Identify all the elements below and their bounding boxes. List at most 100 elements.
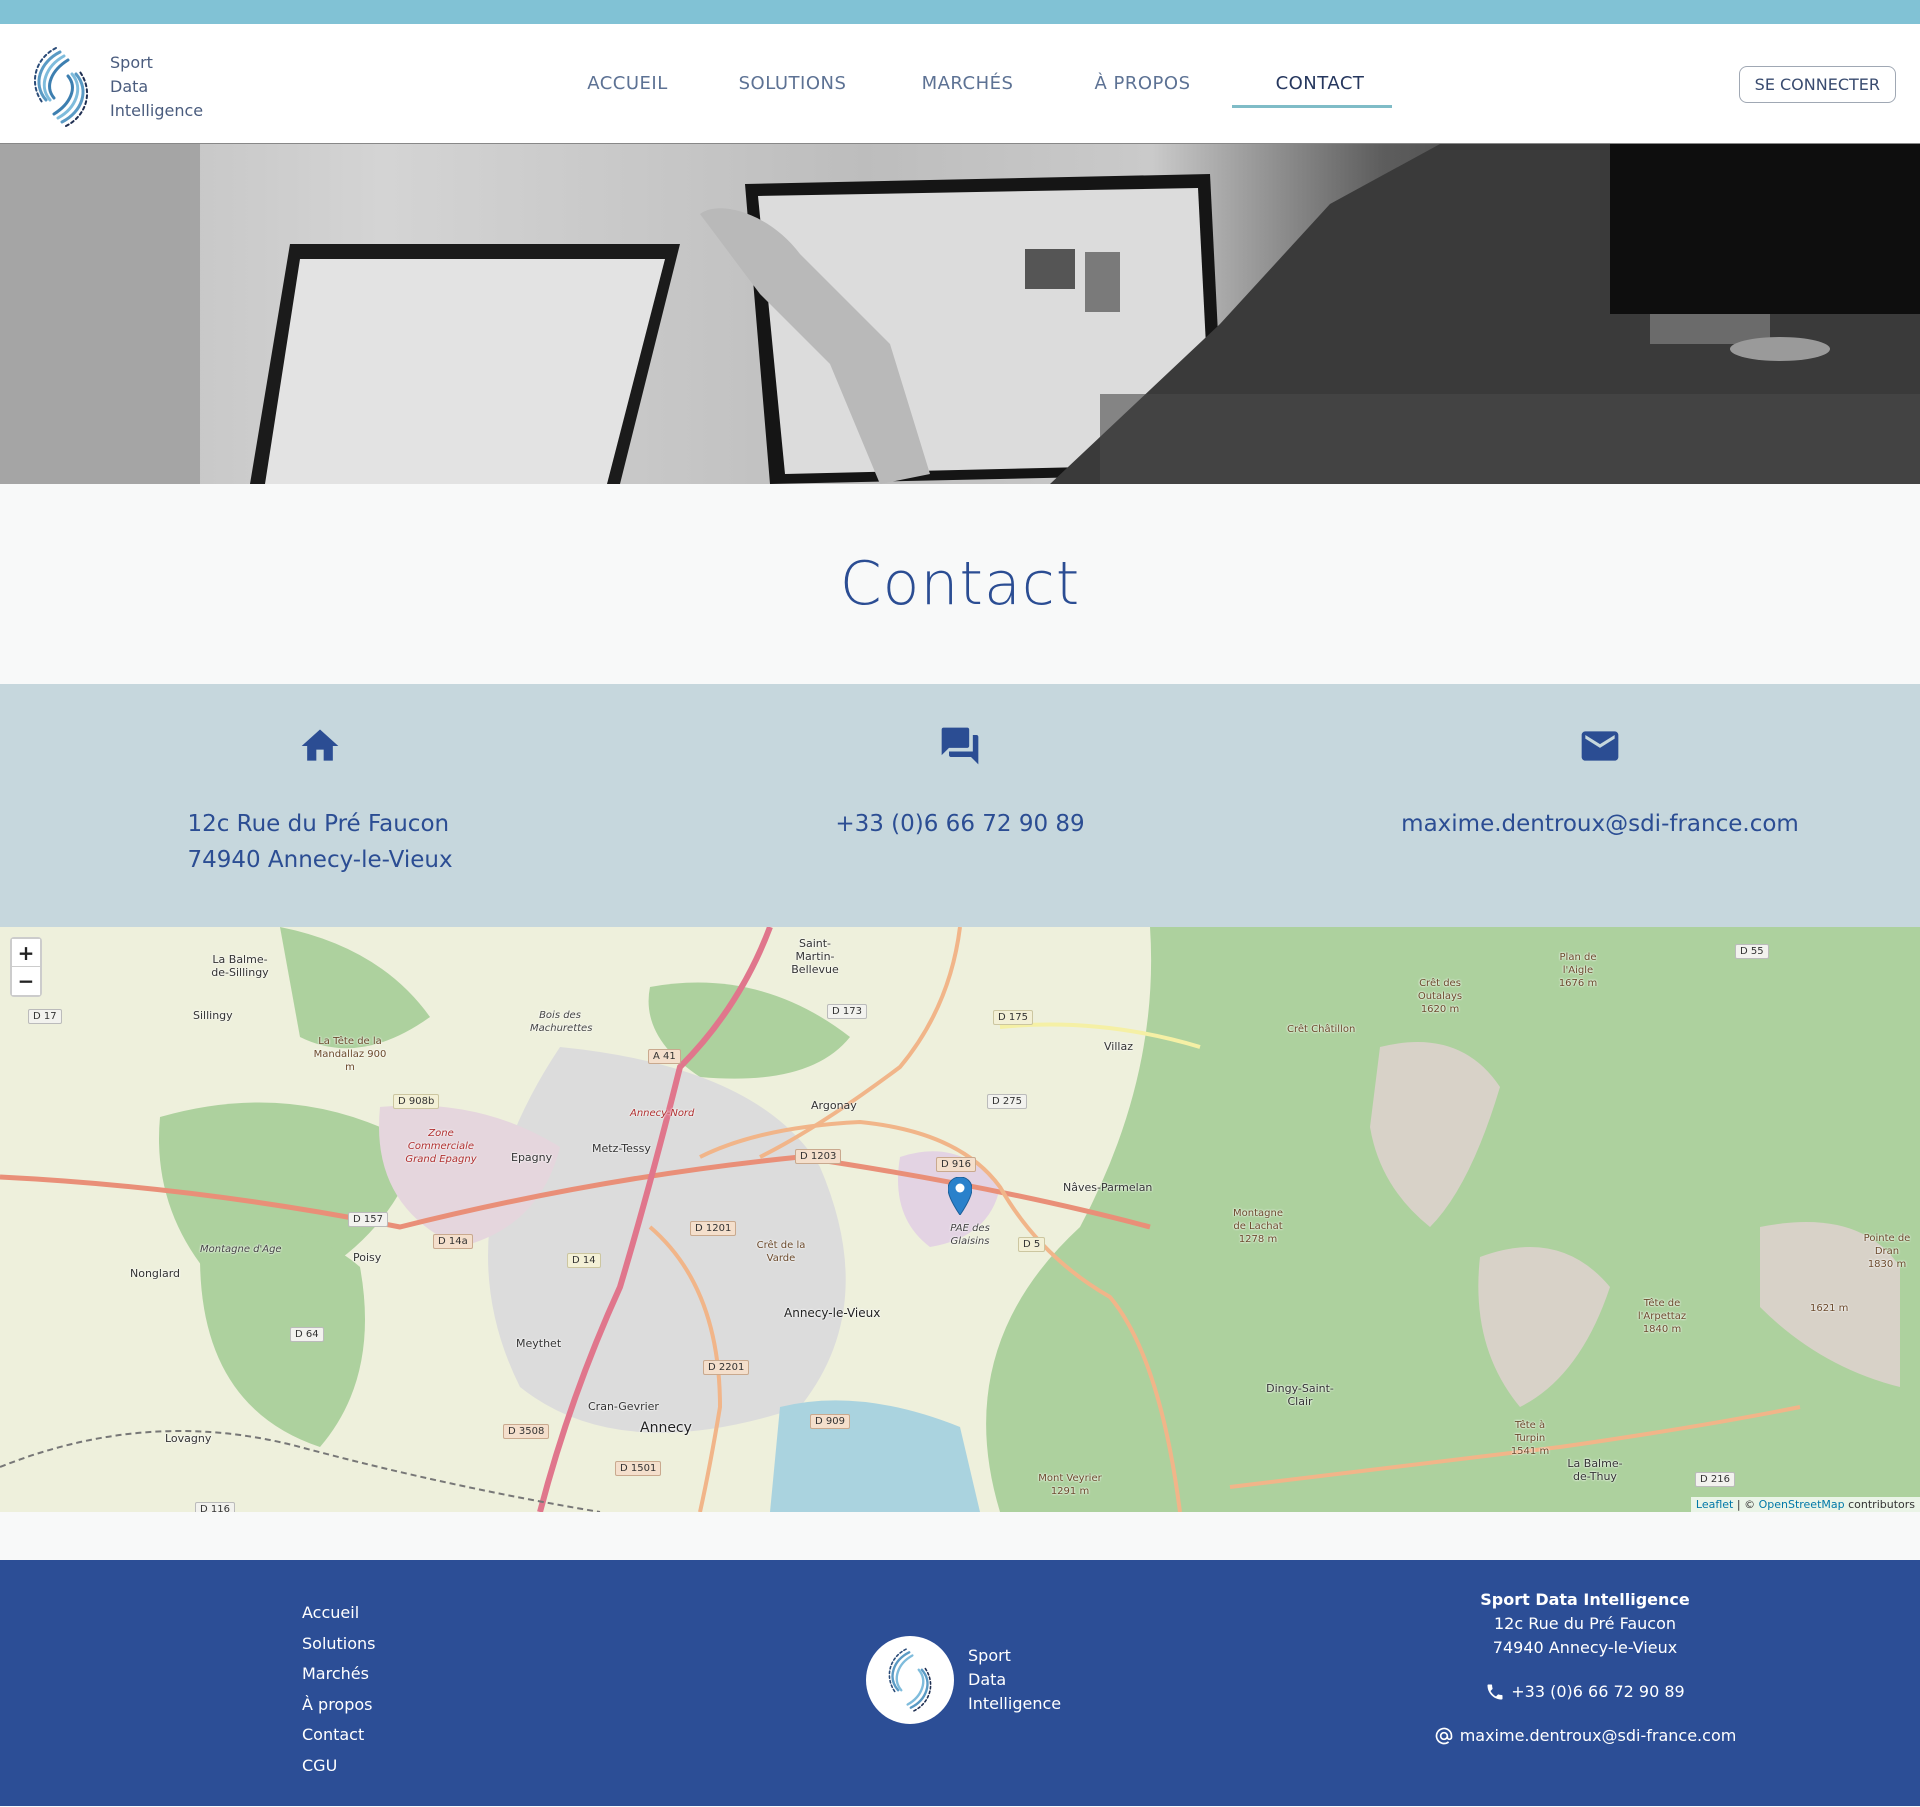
map-label-tete-de-larpettaz: Tête de l'Arpettaz 1840 m (1637, 1298, 1687, 1335)
location-map[interactable]: Annecy Annecy-le-Vieux Cran-Gevrier Meyt… (0, 927, 1920, 1512)
chat-icon (941, 727, 979, 765)
footer-brand-line-data: Data (968, 1670, 1007, 1689)
top-accent-bar (0, 0, 1920, 24)
brand-name: Sport Data Intelligence (110, 51, 203, 123)
footer-email-row: maxime.dentroux@sdi-france.com (1420, 1724, 1750, 1748)
road-d275: D 275 (987, 1094, 1027, 1109)
road-d17: D 17 (28, 1009, 62, 1024)
phone-icon (1487, 1684, 1503, 1700)
map-label-la-tete-de-la-mandallaz: La Tête de la Mandallaz 900 m (313, 1036, 387, 1073)
nav-marches[interactable]: MARCHÉS (880, 24, 1055, 144)
footer-link-cgu[interactable]: CGU (302, 1751, 376, 1782)
road-d5: D 5 (1018, 1237, 1046, 1252)
page-title: Contact (839, 549, 1081, 619)
email-block: maxime.dentroux@sdi-france.com (1280, 684, 1920, 927)
map-label-annecy-nord: Annecy-Nord (630, 1108, 695, 1119)
at-sign-icon (1435, 1727, 1453, 1745)
road-d909: D 909 (810, 1414, 850, 1429)
footer-brand-line-sport: Sport (968, 1646, 1011, 1665)
footer-link-a-propos[interactable]: À propos (302, 1690, 376, 1721)
footer-link-marches[interactable]: Marchés (302, 1659, 376, 1690)
site-footer: Accueil Solutions Marchés À propos Conta… (0, 1560, 1920, 1806)
road-d157: D 157 (348, 1212, 388, 1227)
brand-line-data: Data (110, 77, 149, 96)
map-label-annecy-le-vieux: Annecy-le-Vieux (784, 1306, 881, 1320)
hero-photo-laptops (0, 144, 1920, 484)
attribution-suffix: contributors (1844, 1498, 1915, 1511)
footer-address-line-1: 12c Rue du Pré Faucon (1493, 1614, 1677, 1633)
contact-info-section: 12c Rue du Pré Faucon 74940 Annecy-le-Vi… (0, 684, 1920, 927)
footer-phone-row: +33 (0)6 66 72 90 89 (1420, 1680, 1750, 1704)
road-d64: D 64 (290, 1327, 324, 1342)
brand-logo[interactable]: Sport Data Intelligence (26, 44, 203, 130)
zoom-in-button[interactable]: + (12, 939, 40, 967)
road-d1203: D 1203 (795, 1149, 842, 1164)
sdi-logo-icon (33, 47, 89, 127)
zoom-out-button[interactable]: − (12, 967, 40, 995)
spacer (0, 1512, 1920, 1560)
map-label-sillingy: Sillingy (193, 1009, 233, 1022)
map-label-cran-gevrier: Cran-Gevrier (588, 1400, 659, 1413)
nav-contact[interactable]: CONTACT (1230, 24, 1410, 144)
map-label-nonglard: Nonglard (130, 1267, 181, 1280)
home-icon (301, 729, 339, 761)
map-label-1621m: 1621 m (1810, 1303, 1849, 1314)
attribution-separator: | © (1733, 1498, 1759, 1511)
footer-link-solutions[interactable]: Solutions (302, 1629, 376, 1660)
leaflet-link[interactable]: Leaflet (1696, 1498, 1733, 1511)
footer-email-link[interactable]: maxime.dentroux@sdi-france.com (1460, 1724, 1737, 1748)
map-label-dingy-saint-clair: Dingy-Saint-Clair (1266, 1382, 1334, 1408)
map-label-pae-des-glaisins: PAE des Glaisins (950, 1223, 990, 1247)
brand-line-intelligence: Intelligence (110, 101, 204, 120)
road-a41: A 41 (648, 1049, 681, 1064)
site-header: Sport Data Intelligence ACCUEIL SOLUTION… (0, 24, 1920, 144)
phone-number-link[interactable]: +33 (0)6 66 72 90 89 (835, 806, 1084, 842)
osm-link[interactable]: OpenStreetMap (1759, 1498, 1845, 1511)
road-d2201: D 2201 (703, 1360, 750, 1375)
road-d14: D 14 (567, 1253, 601, 1268)
footer-contact: Sport Data Intelligence 12c Rue du Pré F… (1420, 1588, 1750, 1748)
brand-line-sport: Sport (110, 53, 153, 72)
map-label-la-balme-de-thuy: La Balme-de-Thuy (1567, 1457, 1623, 1483)
road-d175: D 175 (993, 1010, 1033, 1025)
nav-accueil[interactable]: ACCUEIL (550, 24, 705, 144)
map-label-cret-des-outalays: Crêt des Outalays 1620 m (1417, 978, 1463, 1015)
footer-links: Accueil Solutions Marchés À propos Conta… (302, 1598, 376, 1781)
mail-icon (1581, 731, 1619, 761)
road-d1201: D 1201 (690, 1221, 737, 1236)
map-label-naves-parmelan: Nâves-Parmelan (1063, 1181, 1153, 1194)
footer-brand-line-intelligence: Intelligence (968, 1694, 1062, 1713)
map-label-poisy: Poisy (353, 1251, 382, 1264)
footer-link-accueil[interactable]: Accueil (302, 1598, 376, 1629)
address-line-1: 12c Rue du Pré Faucon (187, 811, 450, 837)
login-button[interactable]: SE CONNECTER (1738, 66, 1896, 103)
map-zoom-control: + − (10, 937, 42, 997)
footer-link-contact[interactable]: Contact (302, 1720, 376, 1751)
nav-a-propos[interactable]: À PROPOS (1055, 24, 1230, 144)
map-label-zone-commerciale: Zone Commerciale Grand Epagny (405, 1128, 477, 1165)
main-nav: ACCUEIL SOLUTIONS MARCHÉS À PROPOS CONTA… (550, 24, 1410, 144)
map-label-cret-chatillon: Crêt Châtillon (1287, 1024, 1356, 1035)
address-block: 12c Rue du Pré Faucon 74940 Annecy-le-Vi… (0, 684, 640, 927)
map-label-lovagny: Lovagny (165, 1432, 212, 1445)
map-label-argonay: Argonay (811, 1099, 857, 1112)
map-tiles (0, 927, 1920, 1512)
map-pin-icon[interactable] (948, 1177, 972, 1215)
road-d1501: D 1501 (615, 1461, 662, 1476)
road-d14a: D 14a (433, 1234, 473, 1249)
email-link[interactable]: maxime.dentroux@sdi-france.com (1401, 806, 1799, 842)
road-d916: D 916 (936, 1157, 976, 1172)
footer-company-name: Sport Data Intelligence (1480, 1590, 1690, 1609)
map-label-montagne-de-lachat: Montagne de Lachat 1278 m (1233, 1208, 1283, 1245)
map-label-metz-tessy: Metz-Tessy (592, 1142, 651, 1155)
road-d173: D 173 (827, 1004, 867, 1019)
footer-phone-link[interactable]: +33 (0)6 66 72 90 89 (1511, 1680, 1684, 1704)
address-line-2: 74940 Annecy-le-Vieux (187, 847, 453, 873)
map-label-montagne-dage: Montagne d'Age (200, 1244, 282, 1255)
map-label-cret-de-la-varde: Crêt de la Varde (756, 1240, 806, 1264)
road-d908b: D 908b (393, 1094, 440, 1109)
road-d216: D 216 (1695, 1472, 1735, 1487)
nav-solutions[interactable]: SOLUTIONS (705, 24, 880, 144)
map-label-saint-martin-bellevue: Saint-Martin-Bellevue (791, 937, 839, 976)
map-label-annecy: Annecy (640, 1420, 692, 1436)
